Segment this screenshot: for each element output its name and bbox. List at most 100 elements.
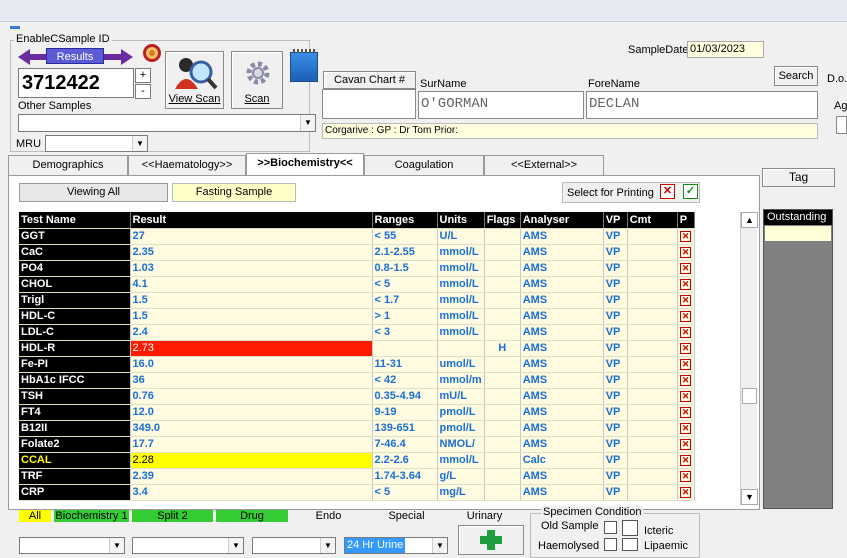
header-cmt[interactable]: Cmt — [627, 212, 678, 229]
table-row[interactable]: TSH 0.76 0.35-4.94 mU/L AMS VP ✕ — [19, 388, 695, 405]
search-button[interactable]: Search — [774, 66, 818, 86]
table-row[interactable]: CRP 3.4 < 5 mg/L AMS VP ✕ — [19, 484, 695, 501]
cell-result[interactable]: 16.0 — [130, 356, 373, 373]
chart-number-field[interactable] — [322, 89, 416, 119]
table-row[interactable]: PO4 1.03 0.8-1.5 mmol/L AMS VP ✕ — [19, 260, 695, 277]
print-toggle-icon[interactable]: ✕ — [680, 439, 692, 450]
tag-button[interactable]: Tag — [762, 168, 835, 187]
print-toggle-icon[interactable]: ✕ — [680, 263, 692, 274]
spin-up-button[interactable]: + — [135, 68, 151, 83]
haemolysed-checkbox[interactable] — [604, 538, 617, 551]
filter-special[interactable]: Special — [369, 510, 444, 522]
print-toggle-icon[interactable]: ✕ — [680, 391, 692, 402]
header-test-name[interactable]: Test Name — [19, 212, 131, 229]
filter-split-2[interactable]: Split 2 — [132, 510, 213, 522]
sample-id-input[interactable]: 3712422 — [18, 68, 134, 98]
cell-result[interactable]: 36 — [130, 372, 373, 389]
table-row[interactable]: Trigl 1.5 < 1.7 mmol/L AMS VP ✕ — [19, 292, 695, 309]
filter-urinary[interactable]: Urinary — [447, 510, 522, 522]
print-toggle-icon[interactable]: ✕ — [680, 343, 692, 354]
cell-result[interactable]: 1.03 — [130, 260, 373, 277]
print-toggle-icon[interactable]: ✕ — [680, 487, 692, 498]
table-row[interactable]: CHOL 4.1 < 5 mmol/L AMS VP ✕ — [19, 276, 695, 293]
print-toggle-icon[interactable]: ✕ — [680, 231, 692, 242]
scan-button[interactable]: Scan — [231, 51, 283, 109]
next-arrow-icon[interactable] — [121, 49, 133, 65]
print-toggle-icon[interactable]: ✕ — [680, 311, 692, 322]
table-row[interactable]: LDL-C 2.4 < 3 mmol/L AMS VP ✕ — [19, 324, 695, 341]
cell-result[interactable]: 1.5 — [130, 308, 373, 325]
print-toggle-icon[interactable]: ✕ — [680, 455, 692, 466]
lipaemic-checkbox[interactable] — [622, 538, 638, 551]
table-row[interactable]: HDL-R 2.73 H AMS VP ✕ — [19, 340, 695, 357]
bottom-select-3[interactable]: ▼ — [252, 537, 336, 554]
cell-result[interactable]: 349.0 — [130, 420, 373, 437]
print-toggle-icon[interactable]: ✕ — [680, 359, 692, 370]
sample-date-field[interactable]: 01/03/2023 — [687, 41, 764, 58]
cell-result[interactable]: 2.39 — [130, 468, 373, 485]
deselect-all-icon[interactable]: ✕ — [660, 184, 675, 199]
header-analyser[interactable]: Analyser — [520, 212, 604, 229]
target-icon[interactable] — [143, 44, 161, 62]
scroll-up-icon[interactable]: ▲ — [741, 212, 758, 228]
bottom-select-2[interactable]: ▼ — [132, 537, 244, 554]
print-toggle-icon[interactable]: ✕ — [680, 423, 692, 434]
view-scan-button[interactable]: View Scan — [165, 51, 224, 109]
cell-result[interactable]: 12.0 — [130, 404, 373, 421]
cell-result[interactable]: 1.5 — [130, 292, 373, 309]
table-row[interactable]: TRF 2.39 1.74-3.64 g/L AMS VP ✕ — [19, 468, 695, 485]
bottom-select-1[interactable]: ▼ — [19, 537, 125, 554]
table-row[interactable]: CaC 2.35 2.1-2.55 mmol/L AMS VP ✕ — [19, 244, 695, 261]
spin-down-button[interactable]: - — [135, 84, 151, 99]
print-toggle-icon[interactable]: ✕ — [680, 471, 692, 482]
surname-field[interactable]: O'GORMAN — [418, 91, 584, 119]
table-row[interactable]: GGT 27 < 55 U/L AMS VP ✕ — [19, 228, 695, 245]
urine-select[interactable]: 24 Hr Urine ▼ — [344, 537, 448, 554]
select-all-icon[interactable]: ✓ — [683, 184, 698, 199]
cell-result[interactable]: 3.4 — [130, 484, 373, 501]
scroll-down-icon[interactable]: ▼ — [741, 489, 758, 505]
sex-field[interactable] — [836, 116, 847, 134]
header-ranges[interactable]: Ranges — [372, 212, 438, 229]
header-flags[interactable]: Flags — [484, 212, 521, 229]
icteric-checkbox[interactable] — [622, 520, 638, 536]
cell-result[interactable]: 2.35 — [130, 244, 373, 261]
forename-field[interactable]: DECLAN — [586, 91, 818, 119]
tab-biochemistry[interactable]: >>Biochemistry<< — [246, 153, 364, 176]
filter-drug[interactable]: Drug — [216, 510, 288, 522]
print-toggle-icon[interactable]: ✕ — [680, 295, 692, 306]
table-row[interactable]: CCAL 2.28 2.2-2.6 mmol/L Calc VP ✕ — [19, 452, 695, 469]
table-row[interactable]: HDL-C 1.5 > 1 mmol/L AMS VP ✕ — [19, 308, 695, 325]
print-toggle-icon[interactable]: ✕ — [680, 279, 692, 290]
table-row[interactable]: FT4 12.0 9-19 pmol/L AMS VP ✕ — [19, 404, 695, 421]
old-sample-checkbox[interactable] — [604, 521, 617, 534]
filter-biochemistry-1[interactable]: Biochemistry 1 — [54, 510, 129, 522]
cell-result[interactable]: 2.28 — [130, 452, 373, 469]
header-result[interactable]: Result — [130, 212, 373, 229]
grid-scrollbar[interactable]: ▲ ▼ — [740, 212, 758, 505]
header-vp[interactable]: VP — [603, 212, 628, 229]
outstanding-entry[interactable] — [765, 226, 831, 241]
cell-result[interactable]: 0.76 — [130, 388, 373, 405]
mru-select[interactable]: ▼ — [45, 135, 148, 152]
tab-coagulation[interactable]: Coagulation — [364, 155, 484, 175]
tab-external[interactable]: <<External>> — [484, 155, 604, 175]
print-toggle-icon[interactable]: ✕ — [680, 407, 692, 418]
print-toggle-icon[interactable]: ✕ — [680, 375, 692, 386]
filter-all[interactable]: All — [19, 510, 51, 522]
tab-haematology[interactable]: <<Haematology>> — [128, 155, 246, 175]
cell-result[interactable]: 17.7 — [130, 436, 373, 453]
print-toggle-icon[interactable]: ✕ — [680, 247, 692, 258]
cell-result[interactable]: 2.4 — [130, 324, 373, 341]
print-toggle-icon[interactable]: ✕ — [680, 327, 692, 338]
tab-demographics[interactable]: Demographics — [8, 155, 128, 175]
header-units[interactable]: Units — [437, 212, 485, 229]
header-print[interactable]: P — [677, 212, 695, 229]
cell-result[interactable]: 4.1 — [130, 276, 373, 293]
scroll-thumb[interactable] — [742, 388, 757, 404]
cell-result[interactable]: 2.73 — [130, 340, 373, 357]
filter-endo[interactable]: Endo — [291, 510, 366, 522]
table-row[interactable]: B12II 349.0 139-651 pmol/L AMS VP ✕ — [19, 420, 695, 437]
cell-result[interactable]: 27 — [130, 228, 373, 245]
table-row[interactable]: Folate2 17.7 7-46.4 NMOL/AMS VP ✕ — [19, 436, 695, 453]
